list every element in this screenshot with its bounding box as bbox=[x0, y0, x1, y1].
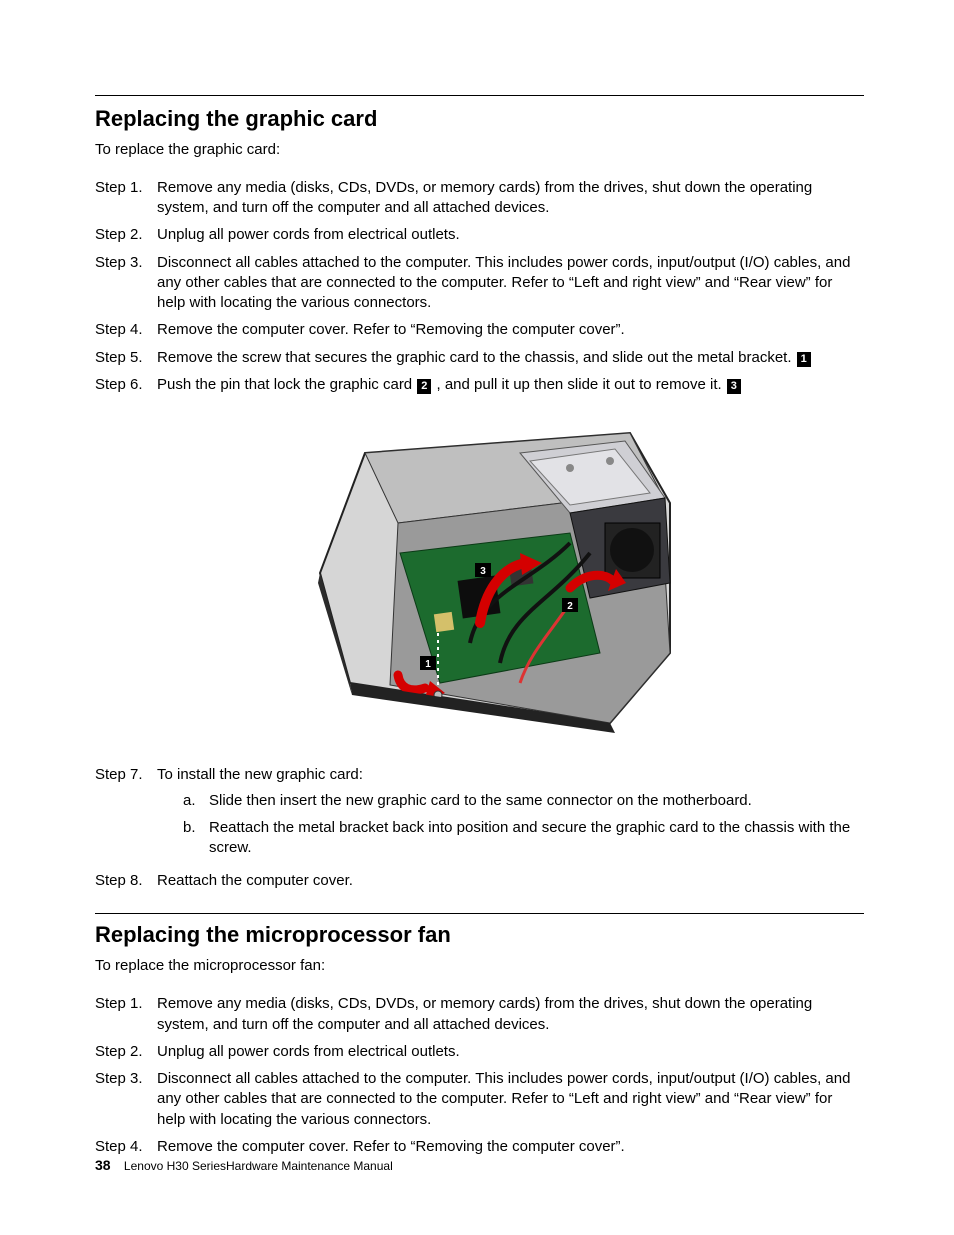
svg-text:1: 1 bbox=[425, 659, 431, 670]
section-heading-microprocessor-fan: Replacing the microprocessor fan bbox=[95, 920, 864, 950]
step-row: Step 1. Remove any media (disks, CDs, DV… bbox=[95, 994, 864, 1035]
step-text: Unplug all power cords from electrical o… bbox=[157, 1042, 864, 1062]
step-text: Unplug all power cords from electrical o… bbox=[157, 225, 864, 245]
substep-label: a. bbox=[183, 791, 209, 811]
step-text: Remove the computer cover. Refer to “Rem… bbox=[157, 320, 864, 340]
step-label: Step 3. bbox=[95, 253, 157, 273]
steps-graphic-card: Step 1. Remove any media (disks, CDs, DV… bbox=[95, 178, 864, 395]
manual-page: Replacing the graphic card To replace th… bbox=[0, 0, 954, 1235]
step-text-part: To install the new graphic card: bbox=[157, 766, 363, 783]
figure-callout-2: 2 bbox=[562, 598, 578, 612]
step-label: Step 3. bbox=[95, 1069, 157, 1089]
substep-text: Reattach the metal bracket back into pos… bbox=[209, 818, 864, 859]
step-text: Disconnect all cables attached to the co… bbox=[157, 253, 864, 314]
step-row: Step 2. Unplug all power cords from elec… bbox=[95, 1042, 864, 1062]
substep-row: a. Slide then insert the new graphic car… bbox=[183, 791, 864, 811]
step-label: Step 7. bbox=[95, 765, 157, 785]
figure-callout-3: 3 bbox=[475, 563, 491, 577]
step-row: Step 2. Unplug all power cords from elec… bbox=[95, 225, 864, 245]
step-text: Remove any media (disks, CDs, DVDs, or m… bbox=[157, 178, 864, 219]
page-number: 38 bbox=[95, 1157, 111, 1173]
step-label: Step 6. bbox=[95, 375, 157, 395]
step-row: Step 7. To install the new graphic card:… bbox=[95, 765, 864, 864]
section-intro-graphic-card: To replace the graphic card: bbox=[95, 140, 864, 160]
steps-graphic-card-cont: Step 7. To install the new graphic card:… bbox=[95, 765, 864, 891]
step-text: To install the new graphic card: a. Slid… bbox=[157, 765, 864, 864]
step-text-part: Remove the screw that secures the graphi… bbox=[157, 349, 796, 366]
substep-text: Slide then insert the new graphic card t… bbox=[209, 791, 752, 811]
step-text-part: , and pull it up then slide it out to re… bbox=[432, 376, 726, 393]
step-row: Step 4. Remove the computer cover. Refer… bbox=[95, 1137, 864, 1157]
step-text: Reattach the computer cover. bbox=[157, 871, 864, 891]
section-intro-microprocessor-fan: To replace the microprocessor fan: bbox=[95, 956, 864, 976]
step-label: Step 4. bbox=[95, 1137, 157, 1157]
step-label: Step 5. bbox=[95, 348, 157, 368]
step-label: Step 4. bbox=[95, 320, 157, 340]
doc-title-footer: Lenovo H30 SeriesHardware Maintenance Ma… bbox=[124, 1159, 393, 1173]
step-row: Step 4. Remove the computer cover. Refer… bbox=[95, 320, 864, 340]
step-label: Step 8. bbox=[95, 871, 157, 891]
svg-text:2: 2 bbox=[567, 601, 573, 612]
step-text: Disconnect all cables attached to the co… bbox=[157, 1069, 864, 1130]
figure-callout-1: 1 bbox=[420, 656, 436, 670]
page-footer: 38 Lenovo H30 SeriesHardware Maintenance… bbox=[95, 1156, 393, 1175]
callout-badge: 2 bbox=[417, 379, 431, 394]
figure-graphic-card: 1 2 3 bbox=[95, 413, 864, 753]
step-row: Step 6. Push the pin that lock the graph… bbox=[95, 375, 864, 395]
step-label: Step 1. bbox=[95, 994, 157, 1014]
rule-mid bbox=[95, 913, 864, 914]
step-row: Step 3. Disconnect all cables attached t… bbox=[95, 253, 864, 314]
substep-label: b. bbox=[183, 818, 209, 838]
substep-row: b. Reattach the metal bracket back into … bbox=[183, 818, 864, 859]
rule-top bbox=[95, 95, 864, 96]
step-label: Step 2. bbox=[95, 225, 157, 245]
step-text: Remove any media (disks, CDs, DVDs, or m… bbox=[157, 994, 864, 1035]
step-row: Step 5. Remove the screw that secures th… bbox=[95, 348, 864, 368]
steps-microprocessor-fan: Step 1. Remove any media (disks, CDs, DV… bbox=[95, 994, 864, 1157]
step-text: Push the pin that lock the graphic card … bbox=[157, 375, 864, 395]
callout-badge: 3 bbox=[727, 379, 741, 394]
step-row: Step 8. Reattach the computer cover. bbox=[95, 871, 864, 891]
section-heading-graphic-card: Replacing the graphic card bbox=[95, 104, 864, 134]
step-row: Step 3. Disconnect all cables attached t… bbox=[95, 1069, 864, 1130]
substeps: a. Slide then insert the new graphic car… bbox=[157, 791, 864, 858]
step-text: Remove the computer cover. Refer to “Rem… bbox=[157, 1137, 864, 1157]
step-text-part: Push the pin that lock the graphic card bbox=[157, 376, 416, 393]
figure-svg: 1 2 3 bbox=[270, 413, 690, 753]
step-label: Step 1. bbox=[95, 178, 157, 198]
step-label: Step 2. bbox=[95, 1042, 157, 1062]
step-row: Step 1. Remove any media (disks, CDs, DV… bbox=[95, 178, 864, 219]
svg-text:3: 3 bbox=[480, 566, 486, 577]
callout-badge: 1 bbox=[797, 352, 811, 367]
step-text: Remove the screw that secures the graphi… bbox=[157, 348, 864, 368]
